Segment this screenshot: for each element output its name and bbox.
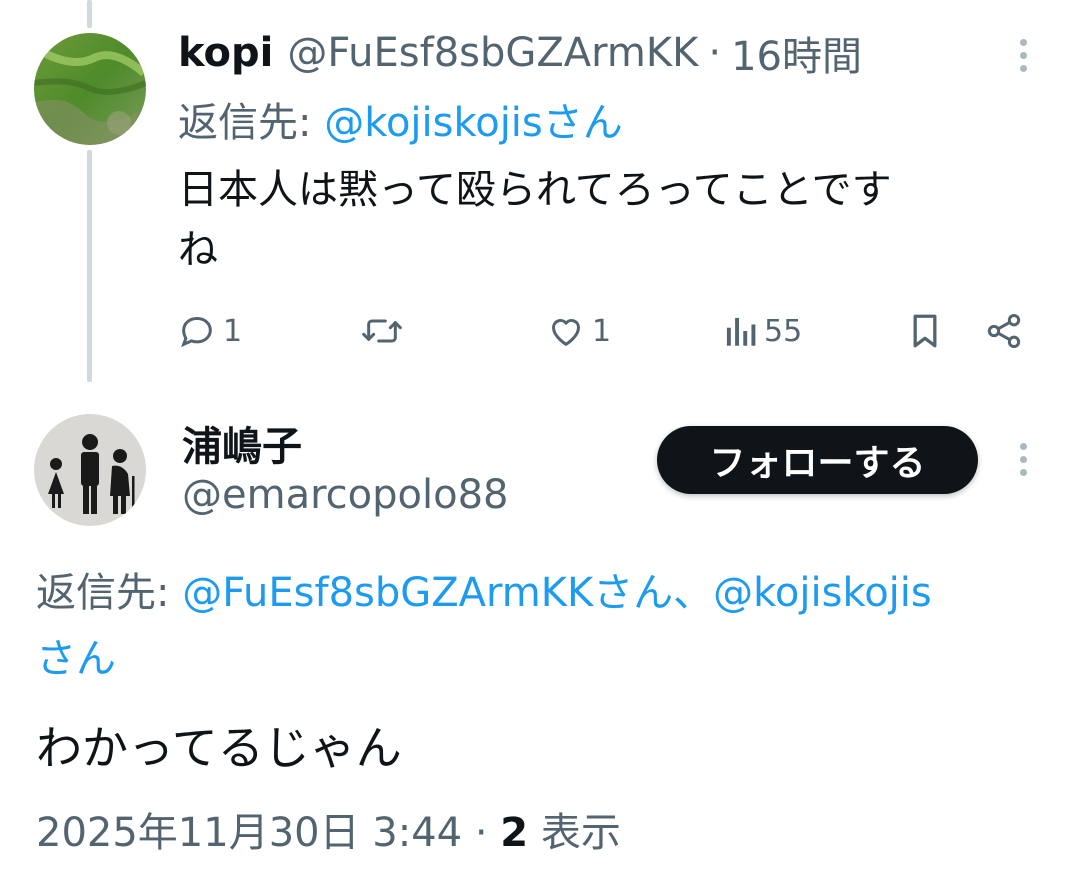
view-count: 2 [500, 810, 529, 856]
timestamp[interactable]: 16時間 [731, 24, 862, 82]
tweet-meta: 2025年11月30日 3:44 · 2 表示 [36, 800, 621, 858]
tweet-text: わかってるじゃん [36, 721, 402, 775]
bookmark-icon [913, 314, 937, 348]
timestamp[interactable]: 2025年11月30日 3:44 [36, 810, 462, 856]
reply-prefix: 返信先: [178, 100, 312, 146]
reply-button[interactable]: 1 [177, 311, 242, 351]
avatar-urashimako[interactable] [34, 414, 146, 526]
retweet-button[interactable] [360, 311, 404, 351]
more-icon[interactable] [1020, 443, 1028, 482]
reply-to-link[interactable]: @FuEsf8sbGZArmKKさん、@kojiskojis [182, 570, 932, 616]
reply-count: 1 [223, 313, 243, 349]
retweet-icon [362, 319, 402, 343]
reply-to-link[interactable]: @kojiskojisさん [324, 100, 623, 146]
reply-to-line: 返信先: @kojiskojisさん [178, 90, 623, 148]
views-button[interactable]: 55 [722, 311, 802, 351]
author-name[interactable]: kopi [178, 30, 273, 76]
more-icon[interactable] [1020, 39, 1028, 78]
reply-icon [181, 316, 212, 348]
like-button[interactable]: 1 [546, 311, 611, 351]
views-icon [726, 317, 756, 346]
like-count: 1 [592, 313, 612, 349]
author-handle[interactable]: @emarcopolo88 [182, 472, 508, 518]
avatar-kopi[interactable] [34, 33, 146, 145]
tweet-text-line: ね [178, 227, 218, 273]
thread-line-bottom [87, 150, 92, 382]
view-label: 表示 [540, 810, 621, 856]
view-count: 55 [764, 313, 803, 349]
like-icon [552, 319, 580, 346]
reply-tweet-header: kopi @FuEsf8sbGZArmKK · 16時間 [178, 24, 862, 82]
reply-to-line: 返信先: @FuEsf8sbGZArmKKさん、@kojiskojis さん [36, 560, 1080, 692]
author-name[interactable]: 浦嶋子 [182, 414, 302, 472]
bookmark-button[interactable] [907, 311, 943, 351]
tweet-text-line: 日本人は黙って殴られてろってことです [178, 167, 892, 213]
follow-button[interactable]: フォローする [657, 426, 978, 494]
separator-dot: · [708, 30, 722, 76]
share-button[interactable] [984, 311, 1024, 351]
author-handle[interactable]: @FuEsf8sbGZArmKK [287, 30, 698, 76]
reply-prefix: 返信先: [36, 570, 170, 616]
reply-to-link-continued[interactable]: さん [36, 626, 1080, 692]
thread-line-top [87, 0, 92, 28]
tweet-text: 日本人は黙って殴られてろってことです ね [178, 160, 1058, 280]
share-icon [987, 314, 1021, 348]
separator-dot: · [474, 810, 488, 856]
